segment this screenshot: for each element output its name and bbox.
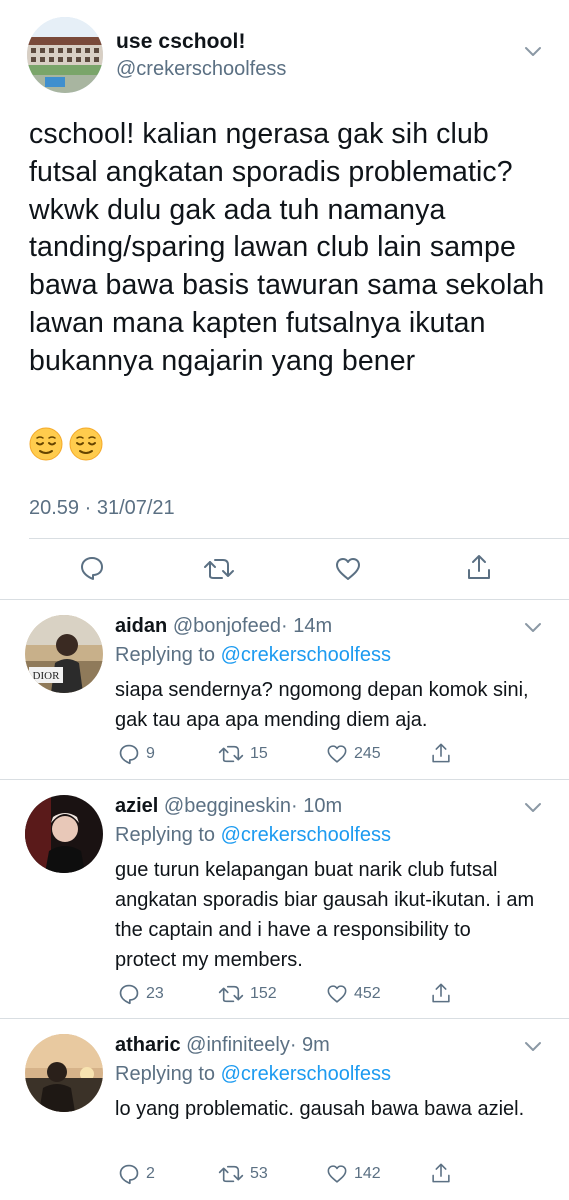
like-icon <box>327 1165 347 1183</box>
reply-tweet[interactable]: DIOR aidan @bonjofeed· 14m Replying to @… <box>0 600 569 778</box>
reply-button[interactable]: 2 <box>118 1163 155 1185</box>
avatar-image <box>25 795 103 873</box>
reply-time[interactable]: · 10m <box>291 795 342 817</box>
reply-count: 23 <box>146 985 164 1002</box>
reply-icon <box>119 1164 139 1185</box>
display-name[interactable]: use cschool! <box>116 30 246 54</box>
reply-header: atharic @infiniteely· 9m <box>115 1034 330 1057</box>
reply-display-name[interactable]: aziel <box>115 795 158 817</box>
relieved-face-icon <box>69 427 103 461</box>
tweet-text: cschool! kalian ngerasa gak sih club fut… <box>29 118 545 377</box>
reply-display-name[interactable]: atharic <box>115 1034 181 1056</box>
reply-handle[interactable]: @infiniteely <box>186 1034 290 1056</box>
replying-label: Replying to <box>115 824 216 846</box>
replying-to: Replying to @crekerschoolfess <box>115 1063 391 1086</box>
avatar-image: DIOR <box>25 615 103 693</box>
replying-to: Replying to @crekerschoolfess <box>115 824 391 847</box>
like-button[interactable]: 452 <box>326 983 381 1005</box>
relieved-face-icon <box>29 427 63 461</box>
retweet-icon[interactable] <box>203 556 235 582</box>
chevron-down-icon[interactable] <box>524 1041 542 1053</box>
retweet-count: 15 <box>250 745 268 762</box>
reply-icon <box>119 744 139 765</box>
replying-to-link[interactable]: @crekerschoolfess <box>221 644 391 666</box>
chevron-down-icon[interactable] <box>524 46 542 58</box>
reply-icon[interactable] <box>79 555 105 581</box>
retweet-button[interactable]: 152 <box>218 983 277 1005</box>
reply-count: 9 <box>146 745 155 762</box>
reply-text: siapa sendernya? ngomong depan komok sin… <box>115 679 529 731</box>
retweet-icon <box>218 745 244 763</box>
reply-handle[interactable]: @beggineskin <box>164 795 291 817</box>
svg-text:DIOR: DIOR <box>33 670 61 682</box>
reply-button[interactable]: 9 <box>118 743 155 765</box>
reply-time[interactable]: · 9m <box>290 1034 330 1056</box>
retweet-button[interactable]: 15 <box>218 743 268 765</box>
emoji-row <box>29 427 103 461</box>
tweet-timestamp[interactable]: 20.59 · 31/07/21 <box>29 497 175 520</box>
reply-header: aziel @beggineskin· 10m <box>115 795 342 818</box>
replying-to-link[interactable]: @crekerschoolfess <box>221 1063 391 1085</box>
reply-display-name[interactable]: aidan <box>115 615 167 637</box>
like-icon <box>327 745 347 763</box>
reply-tweet[interactable]: atharic @infiniteely· 9m Replying to @cr… <box>0 1019 569 1200</box>
reply-icon <box>119 984 139 1005</box>
school-building-avatar-image <box>27 17 103 93</box>
avatar[interactable] <box>25 795 103 873</box>
reply-header: aidan @bonjofeed· 14m <box>115 615 332 638</box>
like-count: 142 <box>354 1165 381 1182</box>
like-count: 452 <box>354 985 381 1002</box>
retweet-count: 152 <box>250 985 277 1002</box>
replying-to-link[interactable]: @crekerschoolfess <box>221 824 391 846</box>
chevron-down-icon[interactable] <box>524 622 542 634</box>
retweet-count: 53 <box>250 1165 268 1182</box>
username-handle[interactable]: @crekerschoolfess <box>116 58 286 81</box>
reply-tweet[interactable]: aziel @beggineskin· 10m Replying to @cre… <box>0 780 569 1018</box>
replying-label: Replying to <box>115 644 216 666</box>
reply-time[interactable]: · 14m <box>281 615 332 637</box>
share-icon[interactable] <box>430 982 452 1004</box>
reply-text: lo yang problematic. gausah bawa bawa az… <box>115 1098 525 1120</box>
replying-to: Replying to @crekerschoolfess <box>115 644 391 667</box>
retweet-button[interactable]: 53 <box>218 1163 268 1185</box>
reply-button[interactable]: 23 <box>118 983 164 1005</box>
replying-label: Replying to <box>115 1063 216 1085</box>
reply-handle[interactable]: @bonjofeed <box>173 615 281 637</box>
avatar[interactable] <box>27 17 103 93</box>
share-icon[interactable] <box>430 1162 452 1184</box>
like-icon[interactable] <box>334 556 362 582</box>
divider <box>29 538 569 539</box>
avatar-image <box>25 1034 103 1112</box>
like-button[interactable]: 142 <box>326 1163 381 1185</box>
reply-count: 2 <box>146 1165 155 1182</box>
share-icon[interactable] <box>465 553 493 581</box>
avatar[interactable]: DIOR <box>25 615 103 693</box>
retweet-icon <box>218 1165 244 1183</box>
reply-text: gue turun kelapangan buat narik club fut… <box>115 859 535 971</box>
like-icon <box>327 985 347 1003</box>
main-tweet: use cschool! @crekerschoolfess cschool! … <box>0 0 569 599</box>
like-count: 245 <box>354 745 381 762</box>
chevron-down-icon[interactable] <box>524 802 542 814</box>
retweet-icon <box>218 985 244 1003</box>
avatar[interactable] <box>25 1034 103 1112</box>
like-button[interactable]: 245 <box>326 743 381 765</box>
share-icon[interactable] <box>430 742 452 764</box>
